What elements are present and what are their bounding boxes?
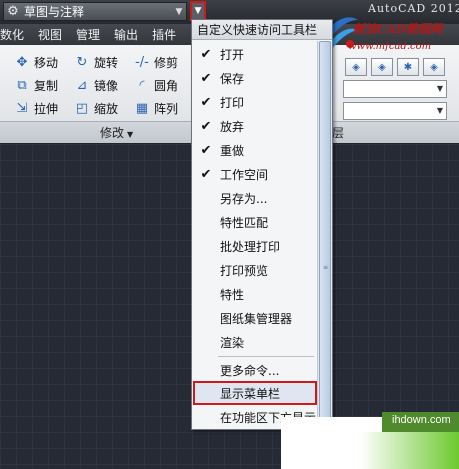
workspace-label: 草图与注释 <box>24 5 85 19</box>
menu-item-sheet-set-manager[interactable]: 图纸集管理器 <box>192 306 316 330</box>
menu-item-label: 另存为... <box>220 191 268 206</box>
modify-panel-label: 修改 <box>100 126 125 140</box>
layer-freeze-icon: ✱ <box>403 61 413 73</box>
layer-combo-2[interactable] <box>343 102 447 120</box>
move-tool-label: 移动 <box>34 55 59 70</box>
trim-tool-label: 修剪 <box>154 55 179 70</box>
check-icon: ✔ <box>200 94 212 110</box>
menu-item-more-commands[interactable]: 更多命令... <box>192 358 316 382</box>
rotate-icon: ↻ <box>76 54 88 70</box>
layer-tool-button-1[interactable]: ◈ <box>345 58 367 76</box>
layer-panel-label: 层 <box>332 126 345 140</box>
quick-access-toolbar-dropdown-button[interactable]: ▼ <box>190 1 206 21</box>
menu-item-show-menu-bar[interactable]: 显示菜单栏 <box>192 381 316 405</box>
menu-item-label: 特性匹配 <box>220 215 269 230</box>
workspace-select[interactable]: ⚙ 草图与注释 ▼ <box>3 2 187 21</box>
trim-icon: -/- <box>135 54 149 70</box>
layer-panel-title[interactable]: 层 <box>332 124 344 141</box>
scale-tool-button[interactable]: ◰ 缩放 <box>74 98 118 118</box>
menu-item-plot-preview[interactable]: 打印预览 <box>192 258 316 282</box>
menu-item-open[interactable]: ✔ 打开 <box>192 42 316 66</box>
layer-combo-1[interactable] <box>343 80 447 98</box>
array-tool-button[interactable]: ▦ 阵列 <box>134 98 178 118</box>
menu-item-digitize[interactable]: 数化 <box>0 26 31 43</box>
scrollbar-grip-icon: ≡ <box>323 264 329 271</box>
menu-item-label: 放弃 <box>220 119 245 134</box>
menu-item-render[interactable]: 渲染 <box>192 330 316 354</box>
menu-item-label: 更多命令... <box>220 363 280 378</box>
menu-item-label: 打印预览 <box>220 263 269 278</box>
layer-state-icon: ◈ <box>352 61 360 73</box>
chevron-down-icon: ▼ <box>175 6 183 17</box>
menu-item-batch-plot[interactable]: 批处理打印 <box>192 234 316 258</box>
menu-item-print[interactable]: ✔ 打印 <box>192 90 316 114</box>
menu-item-label: 保存 <box>220 71 245 86</box>
menu-item-label: 渲染 <box>220 335 245 350</box>
menu-header: 自定义快速访问工具栏 <box>192 20 332 40</box>
logo-url: www.mfcad.com <box>348 41 432 52</box>
watermark-gradient <box>360 432 459 469</box>
array-icon: ▦ <box>135 100 149 116</box>
stretch-icon: ⇲ <box>16 100 28 116</box>
chevron-down-icon: ▼ <box>194 6 202 16</box>
menu-item-match-properties[interactable]: 特性匹配 <box>192 210 316 234</box>
layer-tool-button-3[interactable]: ✱ <box>397 58 419 76</box>
rotate-tool-button[interactable]: ↻ 旋转 <box>74 52 118 72</box>
check-icon: ✔ <box>200 46 212 62</box>
stretch-tool-label: 拉伸 <box>34 101 59 116</box>
customize-quick-access-toolbar-menu: 自定义快速访问工具栏 ✔ 打开 ✔ 保存 ✔ 打印 ✔ 放弃 ✔ 重做 ✔ 工作… <box>191 19 333 430</box>
move-tool-button[interactable]: ✥ 移动 <box>14 52 58 72</box>
menu-item-label: 图纸集管理器 <box>220 311 293 326</box>
logo-text: 新浪CAD教程网 <box>353 22 443 36</box>
modify-panel-title[interactable]: 修改 ▼ <box>100 124 133 141</box>
scale-tool-label: 缩放 <box>94 101 119 116</box>
copy-tool-label: 复制 <box>34 78 59 93</box>
menu-item-workspace[interactable]: ✔ 工作空间 <box>192 162 316 186</box>
check-icon: ✔ <box>200 142 212 158</box>
menu-item-save[interactable]: ✔ 保存 <box>192 66 316 90</box>
mirror-icon: ⊿ <box>76 77 88 93</box>
check-icon: ✔ <box>200 118 212 134</box>
chevron-down-icon: ▼ <box>127 130 134 139</box>
menu-item-undo[interactable]: ✔ 放弃 <box>192 114 316 138</box>
layer-off-icon: ◈ <box>430 61 438 73</box>
check-icon: ✔ <box>200 166 212 182</box>
layer-tool-button-2[interactable]: ◈ <box>371 58 393 76</box>
menu-item-label: 打开 <box>220 47 245 62</box>
copy-tool-button[interactable]: ⧉ 复制 <box>14 75 58 95</box>
menu-item-label: 工作空间 <box>220 167 269 182</box>
menu-item-label: 批处理打印 <box>220 239 281 254</box>
mirror-tool-button[interactable]: ⊿ 镜像 <box>74 75 118 95</box>
check-icon: ✔ <box>200 70 212 86</box>
menu-item-label: 打印 <box>220 95 245 110</box>
gear-icon: ⚙ <box>7 4 19 19</box>
layer-tool-button-4[interactable]: ◈ <box>423 58 445 76</box>
menu-item-label: 显示菜单栏 <box>220 386 281 401</box>
layer-isolate-icon: ◈ <box>378 61 386 73</box>
menu-item-manage[interactable]: 管理 <box>69 26 107 43</box>
menu-scrollbar[interactable]: ≡ <box>317 41 332 429</box>
watermark-text: ihdown.com <box>392 414 451 426</box>
scale-icon: ◰ <box>75 100 89 116</box>
move-icon: ✥ <box>16 54 28 70</box>
menu-item-output[interactable]: 输出 <box>107 26 145 43</box>
menu-item-plugins[interactable]: 插件 <box>145 26 183 43</box>
menu-item-label: 重做 <box>220 143 245 158</box>
mirror-tool-label: 镜像 <box>94 78 119 93</box>
stretch-tool-button[interactable]: ⇲ 拉伸 <box>14 98 58 118</box>
menu-separator <box>218 356 314 357</box>
menu-scrollbar-thumb[interactable]: ≡ <box>319 41 331 429</box>
menu-item-redo[interactable]: ✔ 重做 <box>192 138 316 162</box>
array-tool-label: 阵列 <box>154 101 179 116</box>
rotate-tool-label: 旋转 <box>94 55 119 70</box>
fillet-tool-label: 圆角 <box>154 78 179 93</box>
menu-item-save-as[interactable]: 另存为... <box>192 186 316 210</box>
fillet-tool-button[interactable]: ◜ 圆角 <box>134 75 178 95</box>
menu-item-label: 特性 <box>220 287 245 302</box>
fillet-icon: ◜ <box>139 77 145 93</box>
trim-tool-button[interactable]: -/- 修剪 <box>134 52 178 72</box>
menu-item-properties[interactable]: 特性 <box>192 282 316 306</box>
menu-item-view[interactable]: 视图 <box>31 26 69 43</box>
copy-icon: ⧉ <box>17 77 27 93</box>
